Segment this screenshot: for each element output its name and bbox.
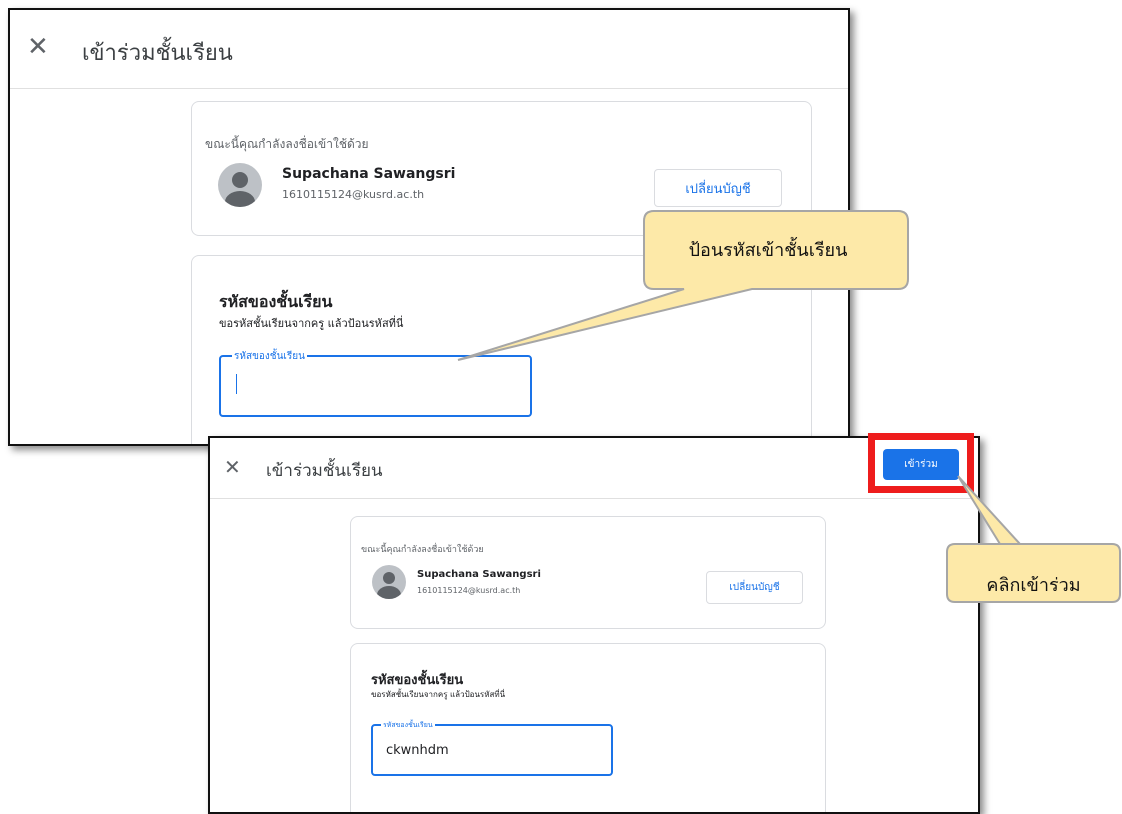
- click-join-callout-text: คลิกเข้าร่วม: [986, 575, 1081, 596]
- callouts-layer: [457, 210, 1121, 603]
- enter-code-callout: [457, 210, 909, 361]
- enter-code-callout-text: ป้อนรหัสเข้าชั้นเรียน: [688, 240, 848, 261]
